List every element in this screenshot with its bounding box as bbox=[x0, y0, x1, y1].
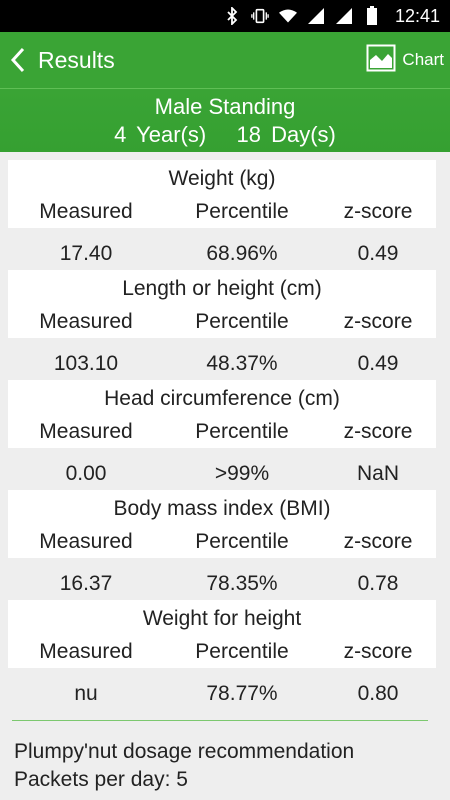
zscore-value: NaN bbox=[356, 462, 399, 485]
measured-value: 17.40 bbox=[59, 242, 113, 265]
measurement-title: Weight for height bbox=[142, 607, 302, 630]
zscore-value: 0.49 bbox=[357, 242, 399, 265]
zscore-header: z-score bbox=[343, 310, 413, 333]
measured-value: 0.00 bbox=[65, 462, 107, 485]
column-headers: Measured Percentile z-score bbox=[8, 640, 436, 666]
column-headers: Measured Percentile z-score bbox=[8, 530, 436, 556]
zscore-header: z-score bbox=[343, 420, 413, 443]
column-headers: Measured Percentile z-score bbox=[8, 310, 436, 336]
column-headers: Measured Percentile z-score bbox=[8, 420, 436, 446]
percentile-header: Percentile bbox=[195, 310, 289, 333]
measurement-header: Length or height (cm) Measured Percentil… bbox=[8, 270, 436, 338]
measured-header: Measured bbox=[39, 420, 133, 443]
dosage-recommendation: Plumpy'nut dosage recommendation Packets… bbox=[14, 738, 434, 794]
measurement-header: Body mass index (BMI) Measured Percentil… bbox=[8, 490, 436, 558]
bluetooth-icon bbox=[223, 6, 241, 26]
zscore-value: 0.80 bbox=[357, 682, 399, 705]
percentile-value: 78.35% bbox=[206, 572, 278, 595]
measured-header: Measured bbox=[39, 640, 133, 663]
patient-header: Male Standing 4 Year(s) 18 Day(s) bbox=[0, 88, 450, 152]
measurement-header: Weight (kg) Measured Percentile z-score bbox=[8, 160, 436, 228]
section-divider bbox=[12, 720, 428, 721]
zscore-value: 0.49 bbox=[357, 352, 399, 375]
measured-header: Measured bbox=[39, 530, 133, 553]
measurement-values: 103.10 48.37% 0.49 bbox=[8, 352, 436, 382]
status-time: 12:41 bbox=[394, 5, 440, 26]
dosage-title: Plumpy'nut dosage recommendation bbox=[14, 740, 355, 763]
zscore-header: z-score bbox=[343, 200, 413, 223]
percentile-value: 68.96% bbox=[206, 242, 278, 265]
percentile-value: 48.37% bbox=[206, 352, 278, 375]
measurement-title: Weight (kg) bbox=[168, 167, 276, 190]
chart-icon bbox=[366, 44, 396, 77]
chart-button[interactable]: Chart bbox=[366, 32, 444, 88]
page-title: Results bbox=[38, 46, 115, 73]
chart-button-label: Chart bbox=[402, 50, 444, 69]
zscore-value: 0.78 bbox=[357, 572, 399, 595]
measurement-title: Head circumference (cm) bbox=[104, 387, 340, 410]
percentile-header: Percentile bbox=[195, 420, 289, 443]
signal-icon bbox=[307, 6, 325, 26]
back-button[interactable]: Results bbox=[0, 32, 115, 88]
wifi-icon bbox=[278, 6, 297, 26]
measured-value: nu bbox=[74, 682, 98, 705]
percentile-header: Percentile bbox=[195, 530, 289, 553]
percentile-value: 78.77% bbox=[206, 682, 278, 705]
signal-icon bbox=[335, 6, 353, 26]
measurement-values: nu 78.77% 0.80 bbox=[8, 682, 436, 712]
status-bar: 12:41 bbox=[0, 0, 450, 32]
percentile-header: Percentile bbox=[195, 640, 289, 663]
vibrate-icon bbox=[251, 6, 269, 26]
measured-value: 16.37 bbox=[59, 572, 113, 595]
measurement-values: 16.37 78.35% 0.78 bbox=[8, 572, 436, 602]
percentile-header: Percentile bbox=[195, 200, 289, 223]
zscore-header: z-score bbox=[343, 530, 413, 553]
chevron-left-icon bbox=[10, 46, 30, 74]
patient-sex-position: Male Standing bbox=[154, 94, 296, 119]
measurement-header: Head circumference (cm) Measured Percent… bbox=[8, 380, 436, 448]
packets-per-day: Packets per day: 5 bbox=[14, 768, 188, 791]
measurement-title: Length or height (cm) bbox=[122, 277, 322, 300]
results-list: Weight (kg) Measured Percentile z-score … bbox=[0, 154, 450, 800]
column-headers: Measured Percentile z-score bbox=[8, 200, 436, 226]
measured-header: Measured bbox=[39, 310, 133, 333]
patient-age: 4 Year(s) 18 Day(s) bbox=[114, 122, 336, 147]
percentile-value: >99% bbox=[214, 462, 270, 485]
measured-value: 103.10 bbox=[53, 352, 119, 375]
battery-icon bbox=[363, 6, 381, 26]
zscore-header: z-score bbox=[343, 640, 413, 663]
measurement-values: 0.00 >99% NaN bbox=[8, 462, 436, 492]
measurement-header: Weight for height Measured Percentile z-… bbox=[8, 600, 436, 668]
measured-header: Measured bbox=[39, 200, 133, 223]
measurement-values: 17.40 68.96% 0.49 bbox=[8, 242, 436, 272]
measurement-title: Body mass index (BMI) bbox=[113, 497, 331, 520]
action-bar: Results Chart bbox=[0, 32, 450, 88]
